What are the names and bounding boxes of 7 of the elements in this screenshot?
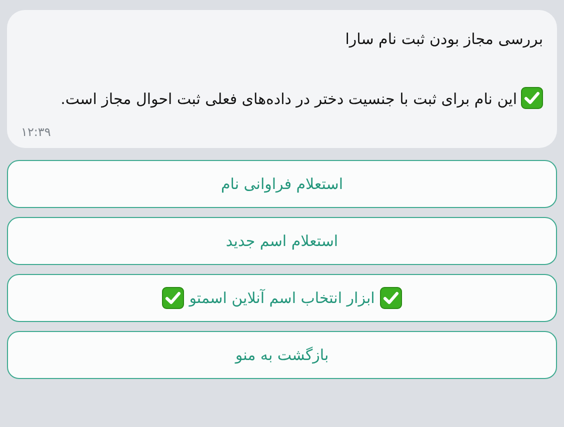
message-time: ۱۲:۳۹: [21, 125, 51, 139]
message-text: این نام برای ثبت با جنسیت دختر در داده‌های فعلی ثبت احوال مجاز است.: [60, 84, 543, 114]
keyboard-button[interactable]: بازگشت به منو: [7, 331, 557, 379]
keyboard-button[interactable]: استعلام اسم جدید: [7, 217, 557, 265]
keyboard-button[interactable]: ابزار انتخاب اسم آنلاین اسمتو: [7, 274, 557, 322]
message-title: بررسی مجاز بودن ثبت نام سارا: [344, 29, 543, 50]
keyboard-button[interactable]: استعلام فراوانی نام: [7, 160, 557, 208]
